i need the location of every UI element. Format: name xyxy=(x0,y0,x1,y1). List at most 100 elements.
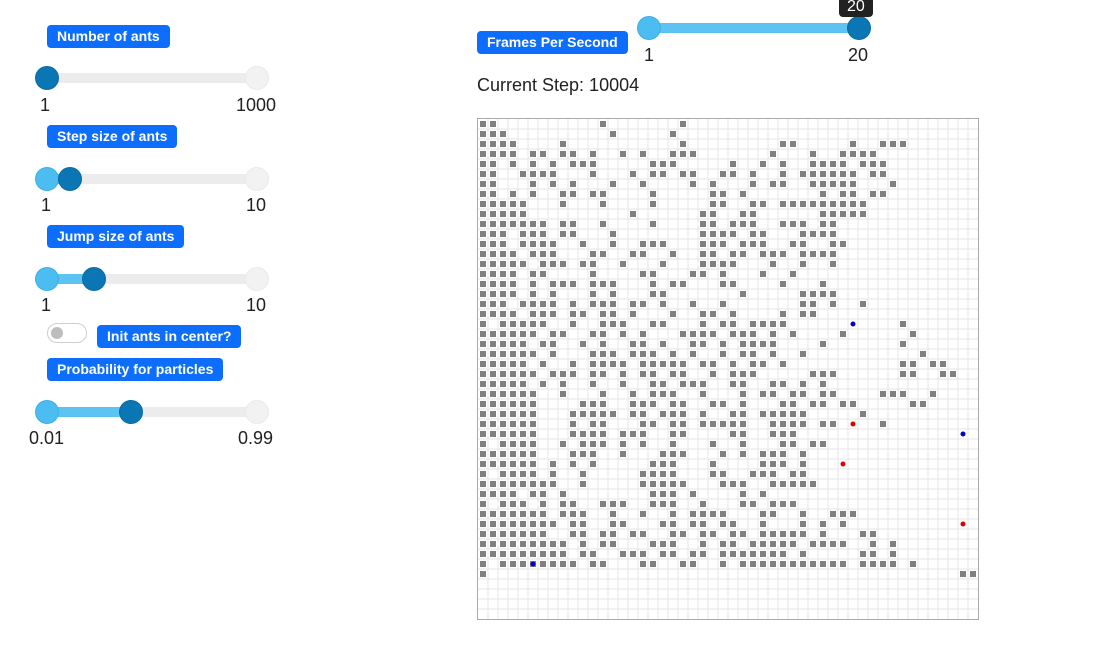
particle-cell xyxy=(610,351,616,357)
particle-cell xyxy=(660,291,666,297)
particle-cell xyxy=(910,361,916,367)
particle-cell xyxy=(480,311,486,317)
particle-cell xyxy=(490,491,496,497)
particle-cell xyxy=(740,371,746,377)
particle-cell xyxy=(850,151,856,157)
particle-cell xyxy=(650,281,656,287)
particle-cell xyxy=(770,181,776,187)
particle-cell xyxy=(770,261,776,267)
slider-handle[interactable] xyxy=(120,401,142,423)
particle-cell xyxy=(820,341,826,347)
particle-cell xyxy=(700,361,706,367)
particle-cell xyxy=(760,451,766,457)
particle-cell xyxy=(660,501,666,507)
particle-cell xyxy=(730,361,736,367)
particle-cell xyxy=(760,251,766,257)
particle-cell xyxy=(740,561,746,567)
particle-cell xyxy=(740,241,746,247)
particle-cell xyxy=(590,561,596,567)
particle-cell xyxy=(550,341,556,347)
particle-cell xyxy=(820,211,826,217)
particle-cell xyxy=(850,191,856,197)
particle-cell xyxy=(570,161,576,167)
particle-cell xyxy=(650,471,656,477)
number-of-ants-slider[interactable] xyxy=(36,67,268,89)
particle-cell xyxy=(640,241,646,247)
particle-cell xyxy=(570,531,576,537)
particle-cell xyxy=(820,381,826,387)
particle-cell xyxy=(730,541,736,547)
particle-cell xyxy=(800,391,806,397)
particle-cell xyxy=(570,311,576,317)
particle-cell xyxy=(800,251,806,257)
simulation-grid[interactable] xyxy=(477,118,979,620)
slider-range-start-handle[interactable] xyxy=(36,168,58,190)
ant-marker xyxy=(960,431,966,437)
particle-cell xyxy=(750,241,756,247)
particle-cell xyxy=(680,171,686,177)
particle-cell xyxy=(720,201,726,207)
particle-cell xyxy=(520,301,526,307)
particle-cell xyxy=(660,521,666,527)
particle-cell xyxy=(500,451,506,457)
particle-cell xyxy=(570,411,576,417)
particle-cell xyxy=(530,191,536,197)
slider-range-start-handle[interactable] xyxy=(36,268,58,290)
particle-cell xyxy=(590,461,596,467)
particle-cell xyxy=(780,501,786,507)
probability-slider[interactable] xyxy=(36,401,268,423)
slider-handle[interactable] xyxy=(36,67,58,89)
particle-cell xyxy=(850,171,856,177)
particle-cell xyxy=(670,421,676,427)
particle-cell xyxy=(620,551,626,557)
particle-cell xyxy=(500,201,506,207)
slider-range-start-handle[interactable] xyxy=(36,401,58,423)
particle-cell xyxy=(710,421,716,427)
particle-cell xyxy=(510,551,516,557)
particle-cell xyxy=(480,181,486,187)
particle-cell xyxy=(930,391,936,397)
particle-cell xyxy=(850,201,856,207)
slider-handle[interactable] xyxy=(848,17,870,39)
jump-size-slider[interactable] xyxy=(36,268,268,290)
particle-cell xyxy=(690,341,696,347)
particle-cell xyxy=(530,311,536,317)
slider-fill xyxy=(47,407,131,417)
particle-cell xyxy=(750,471,756,477)
particle-cell xyxy=(530,431,536,437)
particle-cell xyxy=(500,471,506,477)
slider-range-start-handle[interactable] xyxy=(638,17,660,39)
particle-cell xyxy=(700,391,706,397)
particle-cell xyxy=(830,301,836,307)
step-size-slider[interactable] xyxy=(36,168,268,190)
particle-cell xyxy=(530,161,536,167)
particle-cell xyxy=(580,241,586,247)
particle-cell xyxy=(550,551,556,557)
particle-cell xyxy=(770,511,776,517)
init-center-toggle[interactable] xyxy=(47,323,87,343)
particle-cell xyxy=(610,511,616,517)
particle-cell xyxy=(540,261,546,267)
particle-cell xyxy=(590,331,596,337)
particle-cell xyxy=(590,411,596,417)
particle-cell xyxy=(510,271,516,277)
particle-cell xyxy=(660,551,666,557)
particle-cell xyxy=(790,481,796,487)
particle-cell xyxy=(590,381,596,387)
particle-cell xyxy=(520,171,526,177)
fps-slider[interactable] xyxy=(638,17,870,39)
particle-cell xyxy=(640,341,646,347)
particle-cell xyxy=(670,551,676,557)
particle-cell xyxy=(560,441,566,447)
particle-cell xyxy=(720,481,726,487)
particle-cell xyxy=(500,551,506,557)
particle-cell xyxy=(790,441,796,447)
particle-cell xyxy=(630,401,636,407)
particle-cell xyxy=(660,241,666,247)
particle-cell xyxy=(540,321,546,327)
slider-handle[interactable] xyxy=(59,168,81,190)
particle-cell xyxy=(490,121,496,127)
slider-handle[interactable] xyxy=(83,268,105,290)
particle-cell xyxy=(520,331,526,337)
particle-cell xyxy=(490,291,496,297)
